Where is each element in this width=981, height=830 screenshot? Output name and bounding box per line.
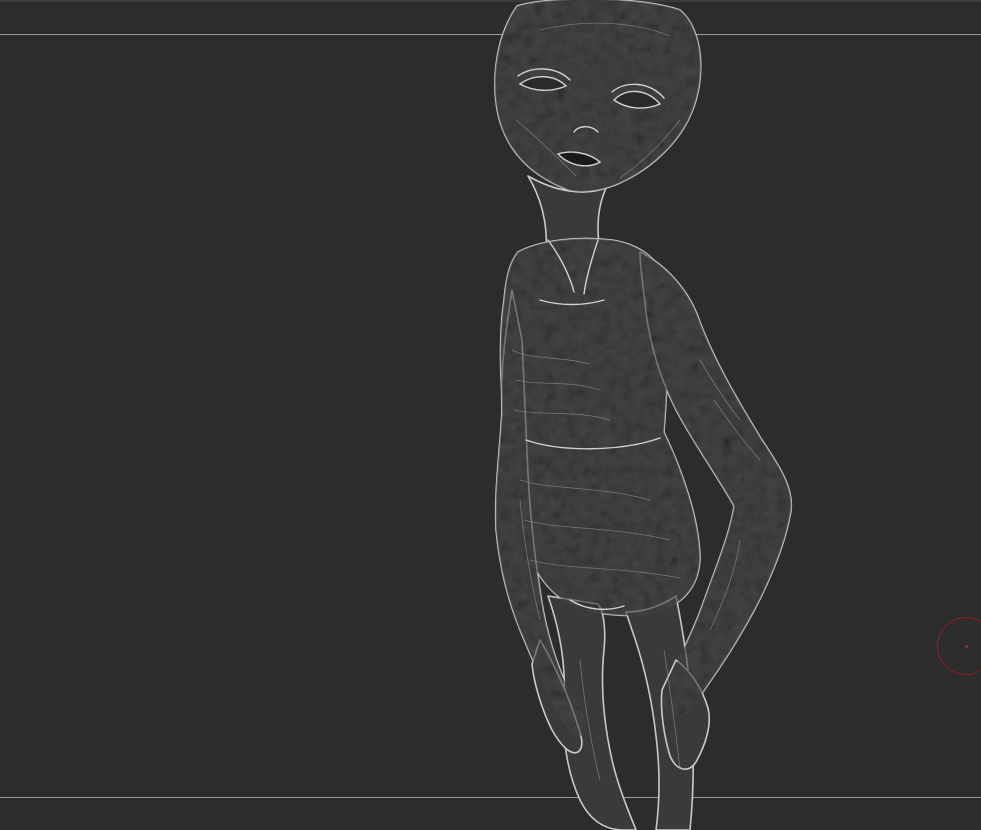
3d-viewport[interactable] [0, 0, 981, 830]
sculpt-model[interactable] [0, 0, 981, 830]
brush-cursor-center [965, 645, 968, 648]
